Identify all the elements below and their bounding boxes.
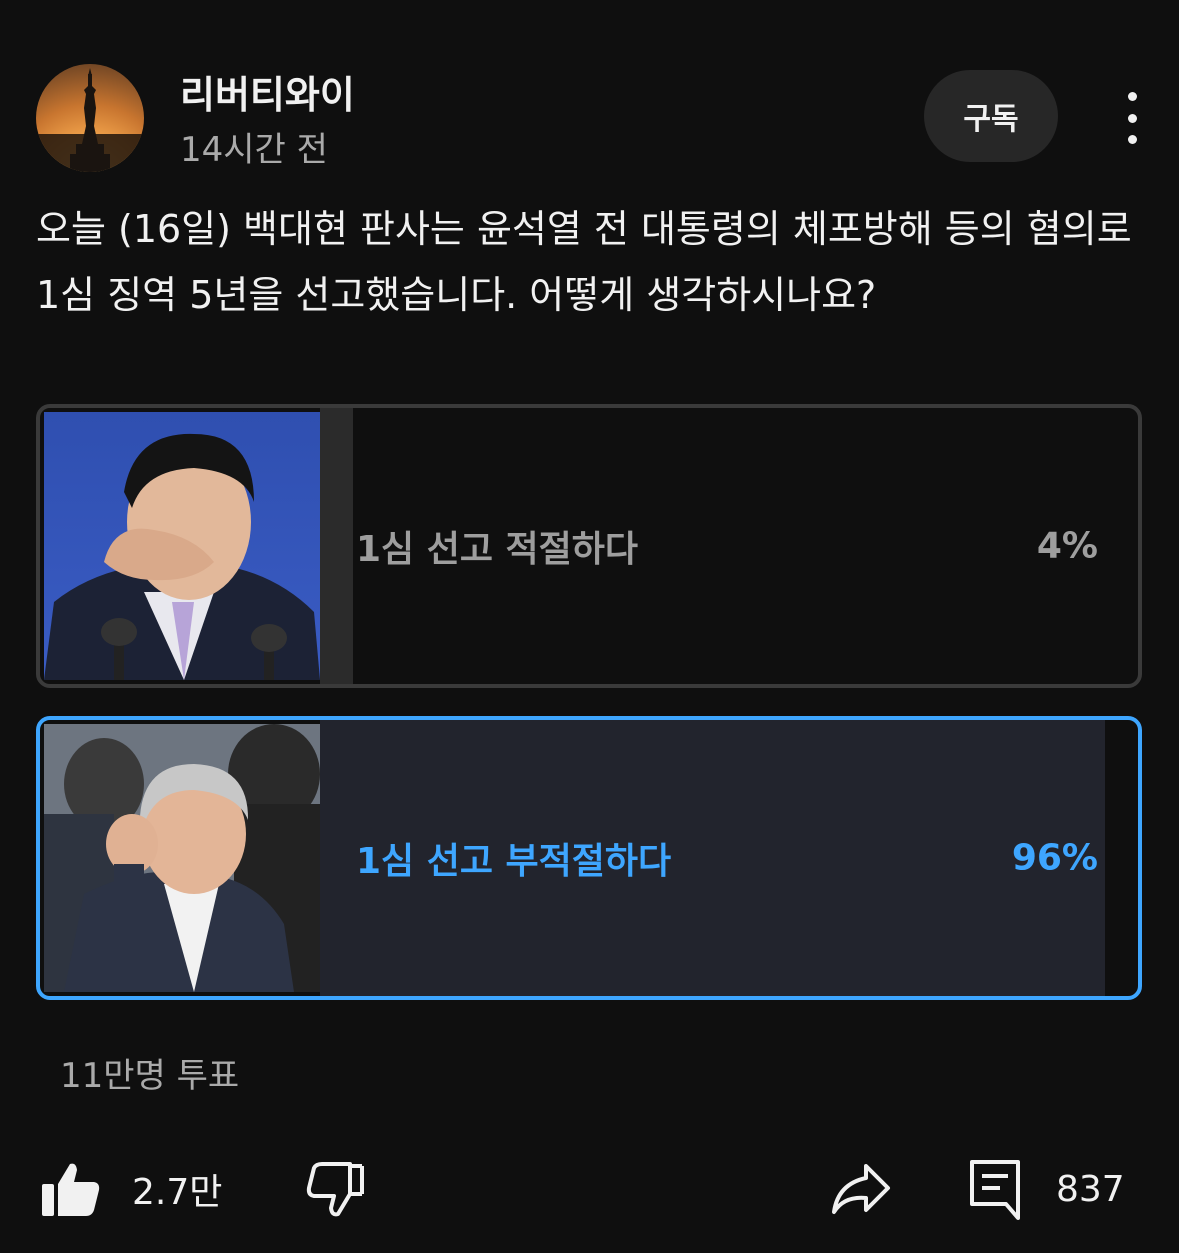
poll-option-1-image (44, 412, 320, 680)
subscribe-button[interactable]: 구독 (924, 70, 1058, 162)
poll-option-2-image (44, 724, 320, 992)
poll-option-1[interactable]: 1심 선고 적절하다 4% (36, 404, 1142, 688)
poll-option-1-label: 1심 선고 적절하다 (356, 529, 638, 570)
more-vertical-icon[interactable] (1112, 92, 1152, 144)
post-text: 오늘 (16일) 백대현 판사는 윤석열 전 대통령의 체포방해 등의 혐의로 … (36, 207, 1132, 317)
like-button[interactable]: 2.7만 (40, 1160, 222, 1218)
thumbs-down-icon (306, 1162, 364, 1217)
like-count: 2.7만 (132, 1172, 223, 1213)
dislike-button[interactable] (306, 1160, 366, 1218)
share-button[interactable] (830, 1162, 892, 1216)
share-icon (832, 1164, 890, 1214)
post-time: 14시간 전 (180, 130, 328, 170)
poll-option-1-bar (320, 408, 353, 684)
channel-name[interactable]: 리버티와이 (180, 64, 355, 119)
comment-count: 837 (1056, 1168, 1125, 1210)
channel-avatar[interactable] (36, 64, 144, 172)
poll-option-1-percent: 4% (1036, 525, 1098, 567)
comment-icon (970, 1160, 1020, 1220)
thumbs-up-icon (42, 1163, 100, 1216)
vote-count: 11만명 투표 (60, 1056, 240, 1096)
poll-option-2-percent: 96% (1011, 837, 1098, 879)
poll-option-2-label: 1심 선고 부적절하다 (356, 841, 672, 882)
poll-option-2[interactable]: 1심 선고 부적절하다 96% (36, 716, 1142, 1000)
comment-button[interactable]: 837 (968, 1158, 1125, 1220)
